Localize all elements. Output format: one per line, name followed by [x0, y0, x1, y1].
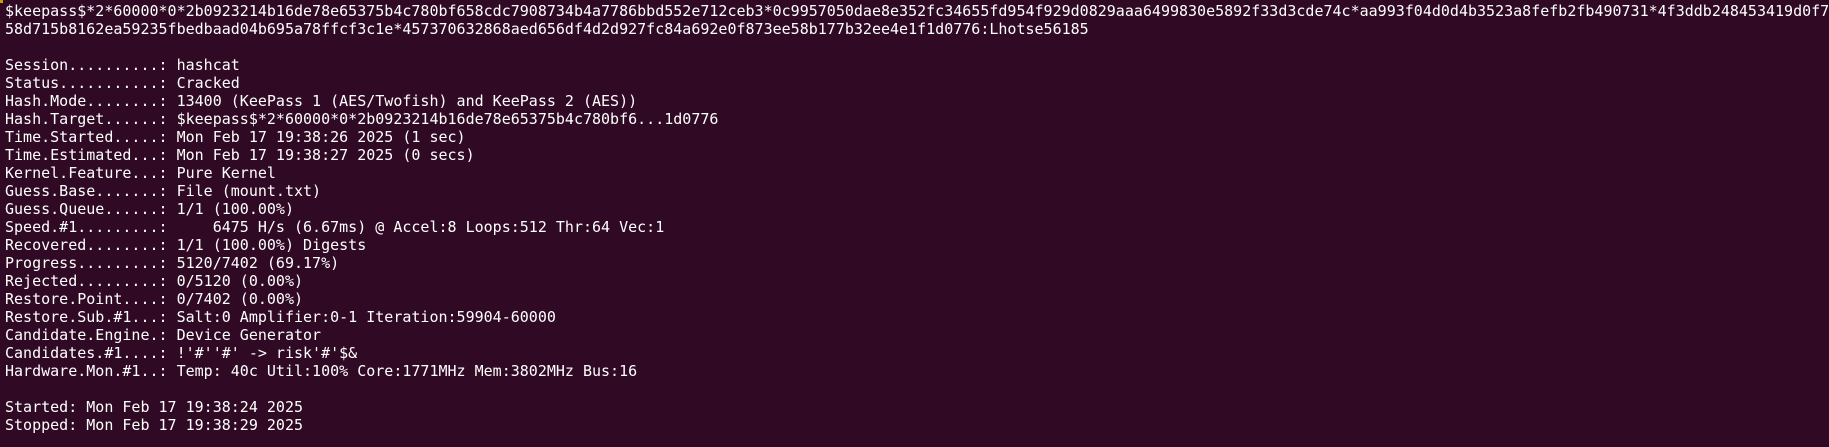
- cursor-corner-marker: [0, 0, 3, 3]
- cracked-hash-line-1: $keepass$*2*60000*0*2b0923214b16de78e653…: [5, 2, 1829, 20]
- status-hardware-mon-line: Hardware.Mon.#1..: Temp: 40c Util:100% C…: [5, 362, 638, 380]
- started-line: Started: Mon Feb 17 19:38:24 2025: [5, 398, 304, 416]
- status-hash-mode-line: Hash.Mode........: 13400 (KeePass 1 (AES…: [5, 92, 638, 110]
- cracked-hash-line-2: 58d715b8162ea59235fbedbaad04b695a78ffcf3…: [5, 20, 1089, 38]
- status-guess-base-line: Guess.Base.......: File (mount.txt): [5, 182, 322, 200]
- status-recovered-line: Recovered........: 1/1 (100.00%) Digests: [5, 236, 367, 254]
- status-progress-line: Progress.........: 5120/7402 (69.17%): [5, 254, 340, 272]
- status-guess-queue-line: Guess.Queue......: 1/1 (100.00%): [5, 200, 294, 218]
- status-status-line: Status...........: Cracked: [5, 74, 240, 92]
- status-restore-sub-line: Restore.Sub.#1...: Salt:0 Amplifier:0-1 …: [5, 308, 556, 326]
- terminal-window[interactable]: $keepass$*2*60000*0*2b0923214b16de78e653…: [0, 0, 1829, 447]
- status-candidate-engine-line: Candidate.Engine.: Device Generator: [5, 326, 322, 344]
- status-hash-target-line: Hash.Target......: $keepass$*2*60000*0*2…: [5, 110, 719, 128]
- status-candidates-line: Candidates.#1....: !'#''#' -> risk'#'$&: [5, 344, 358, 362]
- status-speed-line: Speed.#1.........: 6475 H/s (6.67ms) @ A…: [5, 218, 665, 236]
- status-time-estimated-line: Time.Estimated...: Mon Feb 17 19:38:27 2…: [5, 146, 475, 164]
- status-rejected-line: Rejected.........: 0/5120 (0.00%): [5, 272, 304, 290]
- status-kernel-feature-line: Kernel.Feature...: Pure Kernel: [5, 164, 276, 182]
- stopped-line: Stopped: Mon Feb 17 19:38:29 2025: [5, 416, 304, 434]
- status-time-started-line: Time.Started.....: Mon Feb 17 19:38:26 2…: [5, 128, 466, 146]
- status-session-line: Session..........: hashcat: [5, 56, 240, 74]
- status-restore-point-line: Restore.Point....: 0/7402 (0.00%): [5, 290, 304, 308]
